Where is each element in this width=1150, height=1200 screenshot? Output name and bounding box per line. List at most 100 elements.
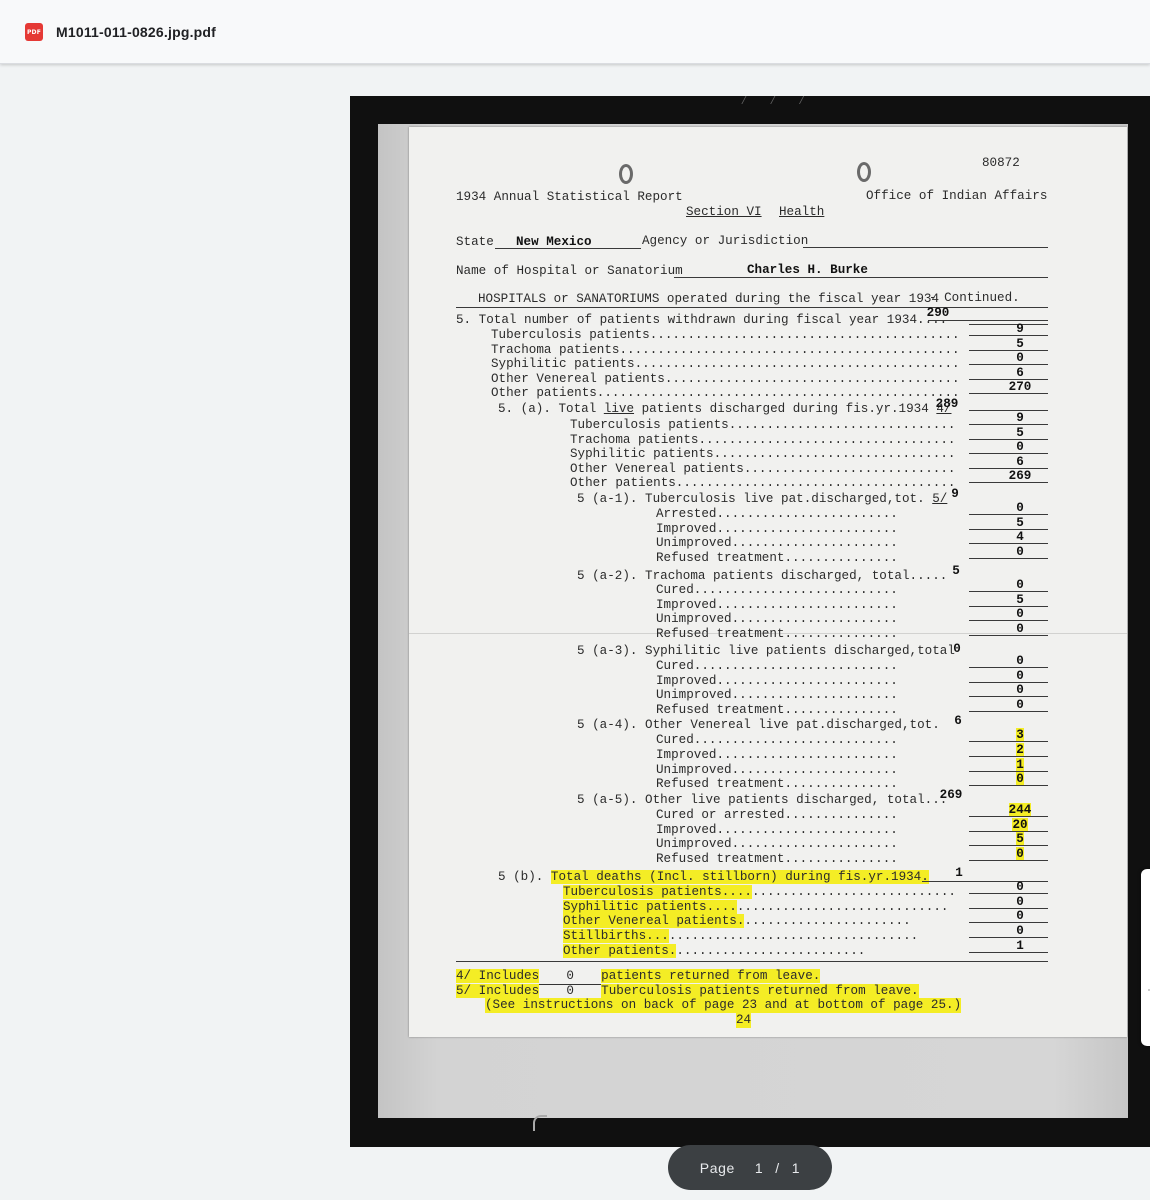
value-rule <box>969 816 1048 817</box>
l5-item: Other Venereal patients.................… <box>491 371 960 386</box>
value-rule <box>969 605 1048 607</box>
l5b-item: Tuberculosis patients...................… <box>563 885 956 900</box>
side-panel-edge[interactable] <box>1141 869 1150 1046</box>
l5b-item-label: Syphilitic patients.... <box>563 899 737 914</box>
l5a-item: Tuberculosis patients...................… <box>570 418 956 432</box>
l5a3-item-value-text: 0 <box>1016 654 1024 668</box>
l5a4-item-value-text: 2 <box>1016 742 1024 757</box>
line-5a5: 5 (a-5). Other live patients discharged,… <box>577 793 948 807</box>
l5-item: Syphilitic patients.....................… <box>491 357 960 372</box>
file-name: M1011-011-0826.jpg.pdf <box>56 24 217 40</box>
l5a4-item: Unimproved...................... <box>656 762 898 777</box>
l5a2-item: Refused treatment............... <box>656 627 898 642</box>
l5a3-item-value-text: 0 <box>1016 683 1024 698</box>
line-5a-pre: 5. (a). Total <box>498 402 604 416</box>
line-5a-live: live <box>603 402 635 416</box>
l5b-item-leader: ...................... <box>744 914 911 929</box>
value-rule <box>969 845 1048 847</box>
value-rule <box>969 893 1048 894</box>
l5a-item-value-text: 269 <box>1008 469 1032 484</box>
instructions-note: (See instructions on back of page 23 and… <box>485 998 962 1013</box>
l5-item-value-text: 9 <box>1016 322 1024 336</box>
current-page[interactable]: 1 <box>755 1160 763 1176</box>
line-5a-post: patients discharged during fis.yr.1934 <box>634 402 937 416</box>
hospital-label: Name of Hospital or Sanatorium <box>456 264 683 278</box>
l5a-item-value-text: 0 <box>1016 440 1024 455</box>
line-5b-text: Total deaths (Incl. stillborn) during fi… <box>550 870 929 884</box>
line-5a1-total: 9 <box>951 487 959 501</box>
l5a3-item: Refused treatment............... <box>656 703 898 718</box>
l5b-item-leader: ........................... <box>751 885 956 899</box>
l5a3-item: Unimproved...................... <box>656 688 898 703</box>
l5a3-item-value-text: 0 <box>1016 698 1024 713</box>
l5b-item-label: Other Venereal patients. <box>563 914 745 929</box>
l5-item-value-text: 270 <box>1008 380 1032 395</box>
footnote-4-prefix: 4/ Includes <box>456 969 540 983</box>
l5b-item-value-text: 0 <box>1016 880 1024 894</box>
section-topic: Health <box>779 205 825 219</box>
value-rule <box>969 696 1048 698</box>
l5a4-item-value-text: 1 <box>1016 757 1024 772</box>
l5b-item-label: Tuberculosis patients.... <box>563 885 752 899</box>
value-rule <box>969 349 1048 351</box>
line-5a4: 5 (a-4). Other Venereal live pat.dischar… <box>577 718 940 732</box>
footnote-4-text: patients returned from leave. <box>601 969 821 983</box>
office-name: Office of Indian Affairs <box>866 189 1048 203</box>
value-rule <box>969 830 1048 832</box>
value-rule <box>969 785 1048 787</box>
l5a5-item-value-text: 0 <box>1016 847 1024 862</box>
scan-artifact: ⁄ ⁄ ⁄ <box>740 96 813 108</box>
l5b-item: Other patients.......................... <box>563 943 865 959</box>
l5a1-item-value-text: 5 <box>1016 515 1024 530</box>
l5-item-value-text: 0 <box>1016 351 1024 366</box>
document-page: ⁄ ⁄ ⁄ 80872 1934 Annual Statistical Repo… <box>350 96 1150 1147</box>
l5a5-item: Refused treatment............... <box>656 852 898 867</box>
l5a2-item-value-text: 0 <box>1016 622 1024 637</box>
viewer-toolbar: PDF M1011-011-0826.jpg.pdf <box>0 0 1150 64</box>
line-5a3-total: 0 <box>953 642 961 656</box>
line-5-total: 290 <box>926 306 950 320</box>
total-pages: 1 <box>791 1159 801 1176</box>
l5a2-item-value-text: 0 <box>1016 607 1024 622</box>
l5b-item: Other Venereal patients.................… <box>563 914 911 929</box>
value-rule <box>969 591 1048 592</box>
line-5a5-total: 269 <box>939 788 963 802</box>
l5a-item-value-text: 9 <box>1016 411 1024 425</box>
value-rule <box>969 770 1048 772</box>
table-heading: HOSPITALS or SANATORIUMS operated during… <box>478 292 940 306</box>
line-5a: 5. (a). Total live patients discharged d… <box>498 402 951 417</box>
l5b-item: Syphilitic patients.....................… <box>563 899 948 915</box>
line-5: 5. Total number of patients withdrawn du… <box>456 313 948 327</box>
l5a-item-value-text: 6 <box>1016 454 1024 469</box>
report-paper: 80872 1934 Annual Statistical Report Off… <box>409 127 1127 1037</box>
l5a5-item: Improved........................ <box>656 822 898 837</box>
value-rule <box>969 711 1048 713</box>
footnote-5-text: Tuberculosis patients returned from leav… <box>601 984 919 998</box>
value-rule <box>969 514 1048 515</box>
l5a-item-value-text: 5 <box>1016 425 1024 440</box>
page-indicator: Page 1 / 1 <box>668 1145 832 1190</box>
l5b-item-value-text: 1 <box>1016 938 1024 953</box>
l5-item: Tuberculosis patients...................… <box>491 328 960 342</box>
footnote-5-prefix: 5/ Includes <box>456 984 540 998</box>
line-5b-total: 1 <box>955 866 963 880</box>
hospital-value: Charles H. Burke <box>747 263 868 277</box>
l5a2-item: Improved........................ <box>656 597 898 612</box>
l5a5-item: Cured or arrested............... <box>656 808 898 822</box>
l5a-item: Other Venereal patients.................… <box>570 461 956 476</box>
value-rule <box>969 482 1048 484</box>
l5a4-item-value-text: 0 <box>1016 772 1024 787</box>
punch-hole-right <box>857 162 871 182</box>
value-rule <box>969 635 1048 637</box>
l5a1-item-value-text: 0 <box>1016 545 1024 560</box>
footnote-4-value: 0 <box>539 969 602 985</box>
state-label: State <box>456 235 494 249</box>
value-rule <box>969 681 1048 683</box>
l5a1-item: Refused treatment............... <box>656 551 898 566</box>
value-rule <box>969 393 1048 395</box>
l5b-item-value-text: 0 <box>1016 894 1024 909</box>
agency-line <box>803 247 1048 248</box>
l5a-item: Other patients..........................… <box>570 476 956 491</box>
scan-artifact-curl <box>533 1115 547 1131</box>
value-rule <box>969 951 1048 953</box>
